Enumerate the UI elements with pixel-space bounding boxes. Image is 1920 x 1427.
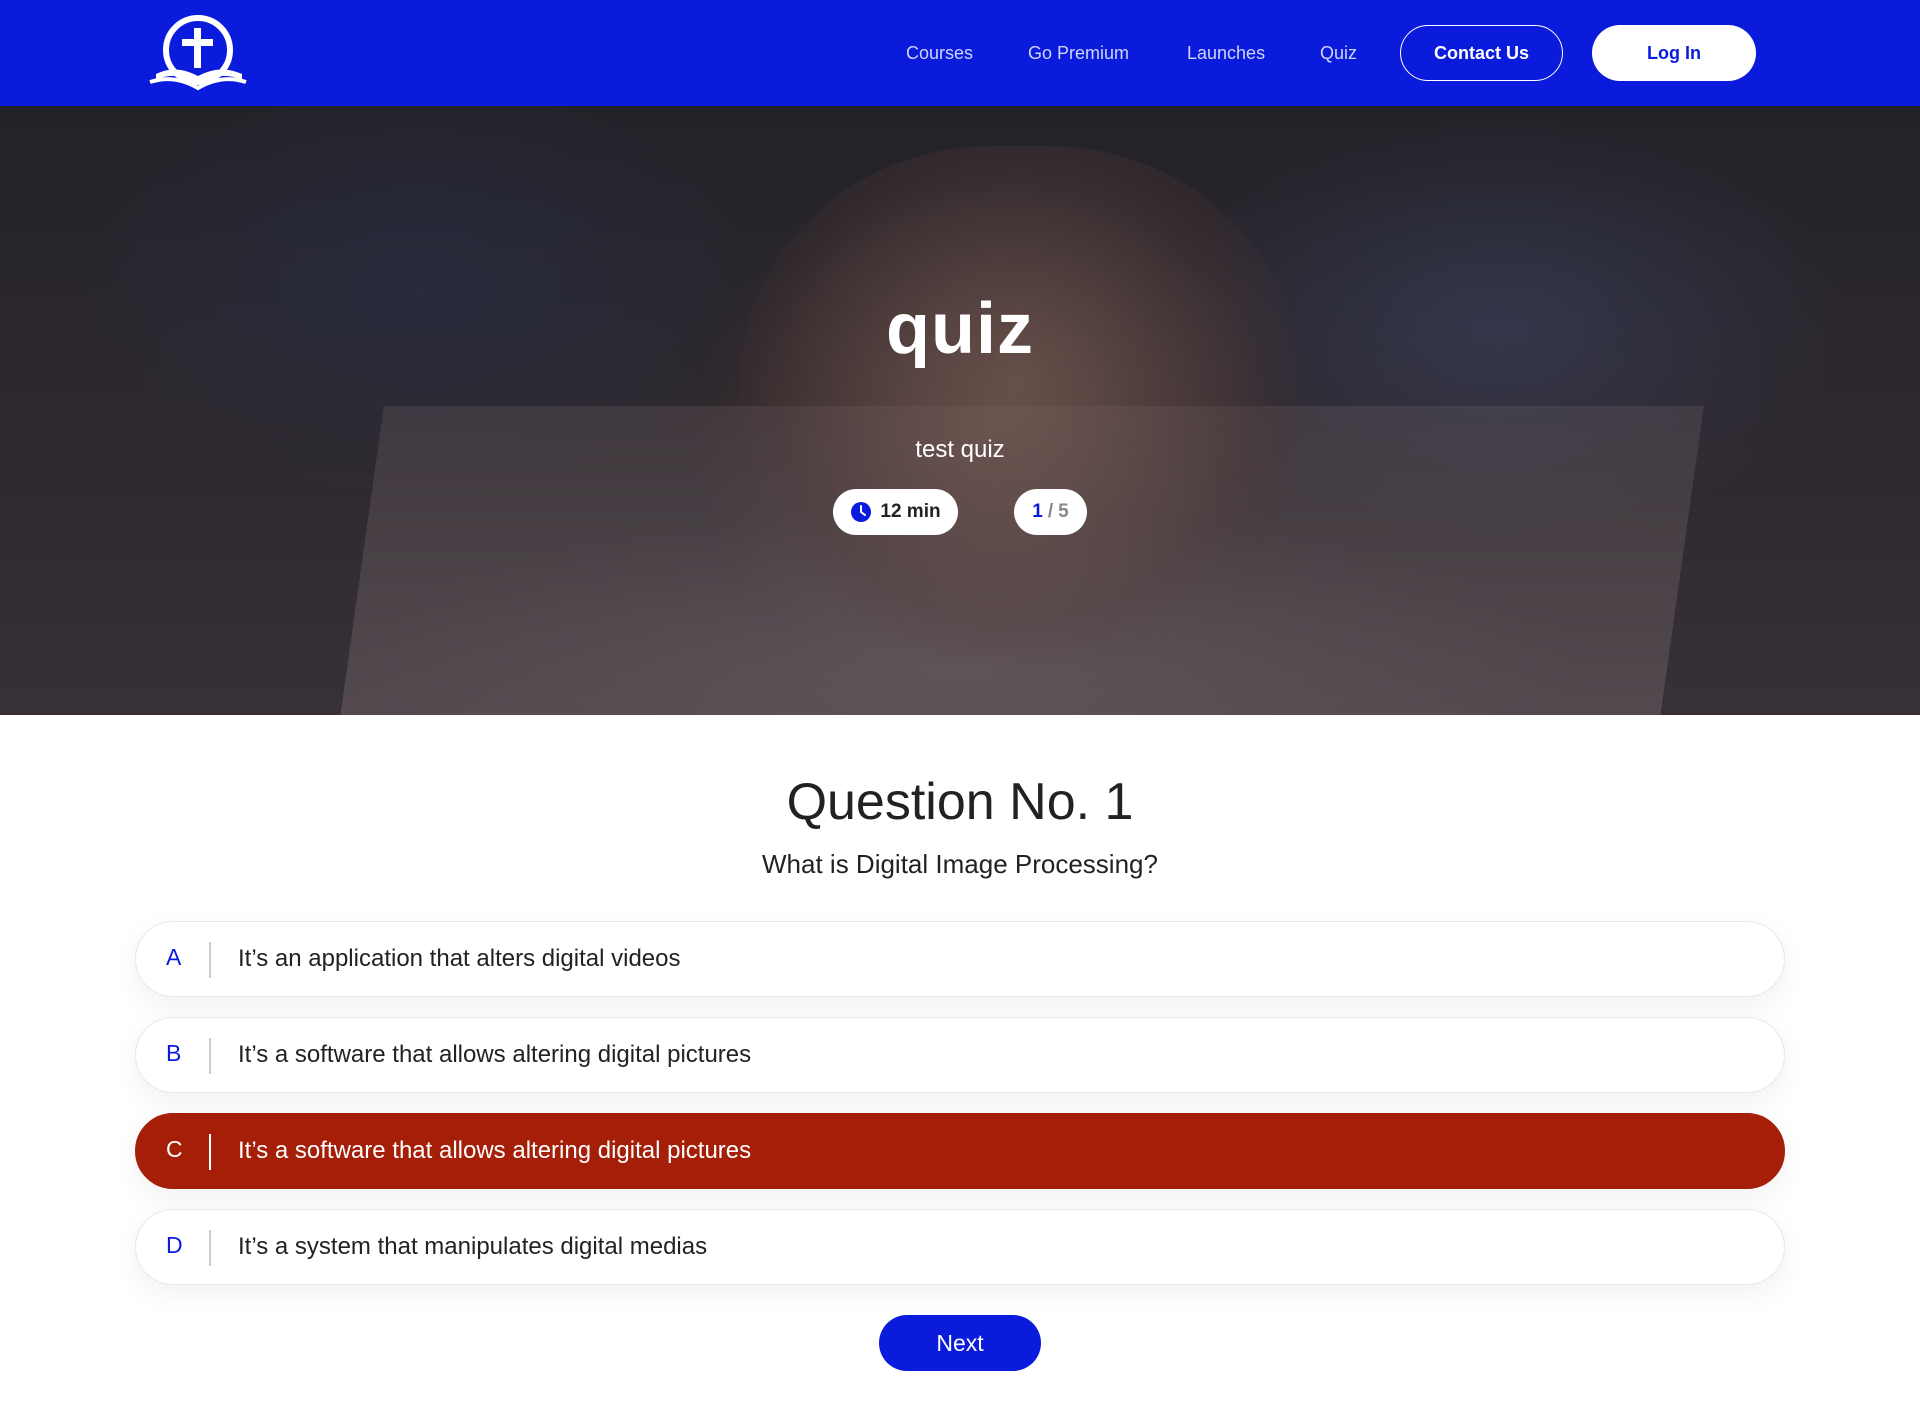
option-divider <box>209 1038 211 1074</box>
hero-banner: quiz test quiz 12 min 1 / 5 <box>0 106 1920 715</box>
nav-link-launches[interactable]: Launches <box>1187 40 1265 66</box>
top-nav: Courses Go Premium Launches Quiz Contact… <box>0 0 1920 106</box>
quiz-title: quiz <box>886 289 1034 369</box>
option-divider <box>209 1230 211 1266</box>
question-text: What is Digital Image Processing? <box>762 849 1158 879</box>
answer-option-a[interactable]: A It’s an application that alters digita… <box>135 921 1785 997</box>
progress-separator: / <box>1047 501 1054 522</box>
log-in-button[interactable]: Log In <box>1592 25 1756 81</box>
quiz-subtitle: test quiz <box>915 436 1005 463</box>
answer-option-c[interactable]: C It’s a software that allows altering d… <box>135 1113 1785 1189</box>
option-letter: D <box>166 1232 183 1258</box>
option-text: It’s a software that allows altering dig… <box>238 1041 752 1068</box>
bible-cross-logo-icon[interactable] <box>146 12 254 94</box>
nav-link-courses[interactable]: Courses <box>906 40 973 66</box>
nav-link-quiz[interactable]: Quiz <box>1320 40 1357 66</box>
time-badge: 12 min <box>833 489 958 535</box>
answer-option-d[interactable]: D It’s a system that manipulates digital… <box>135 1209 1785 1285</box>
option-text: It’s a system that manipulates digital m… <box>238 1233 708 1260</box>
option-letter: A <box>166 944 182 970</box>
option-divider <box>209 1134 211 1170</box>
clock-icon <box>850 501 872 523</box>
next-button[interactable]: Next <box>879 1315 1041 1371</box>
option-text: It’s an application that alters digital … <box>238 945 681 972</box>
time-label: 12 min <box>880 501 941 522</box>
question-number: Question No. 1 <box>786 773 1134 831</box>
contact-us-button[interactable]: Contact Us <box>1400 25 1563 81</box>
nav-link-go-premium[interactable]: Go Premium <box>1028 40 1129 66</box>
answer-option-b[interactable]: B It’s a software that allows altering d… <box>135 1017 1785 1093</box>
option-letter: B <box>166 1040 182 1066</box>
option-divider <box>209 942 211 978</box>
question-progress-badge: 1 / 5 <box>1014 489 1087 535</box>
progress-total: 5 <box>1058 501 1069 522</box>
option-text: It’s a software that allows altering dig… <box>238 1137 752 1164</box>
option-letter: C <box>166 1136 183 1162</box>
progress-current: 1 <box>1032 501 1043 522</box>
